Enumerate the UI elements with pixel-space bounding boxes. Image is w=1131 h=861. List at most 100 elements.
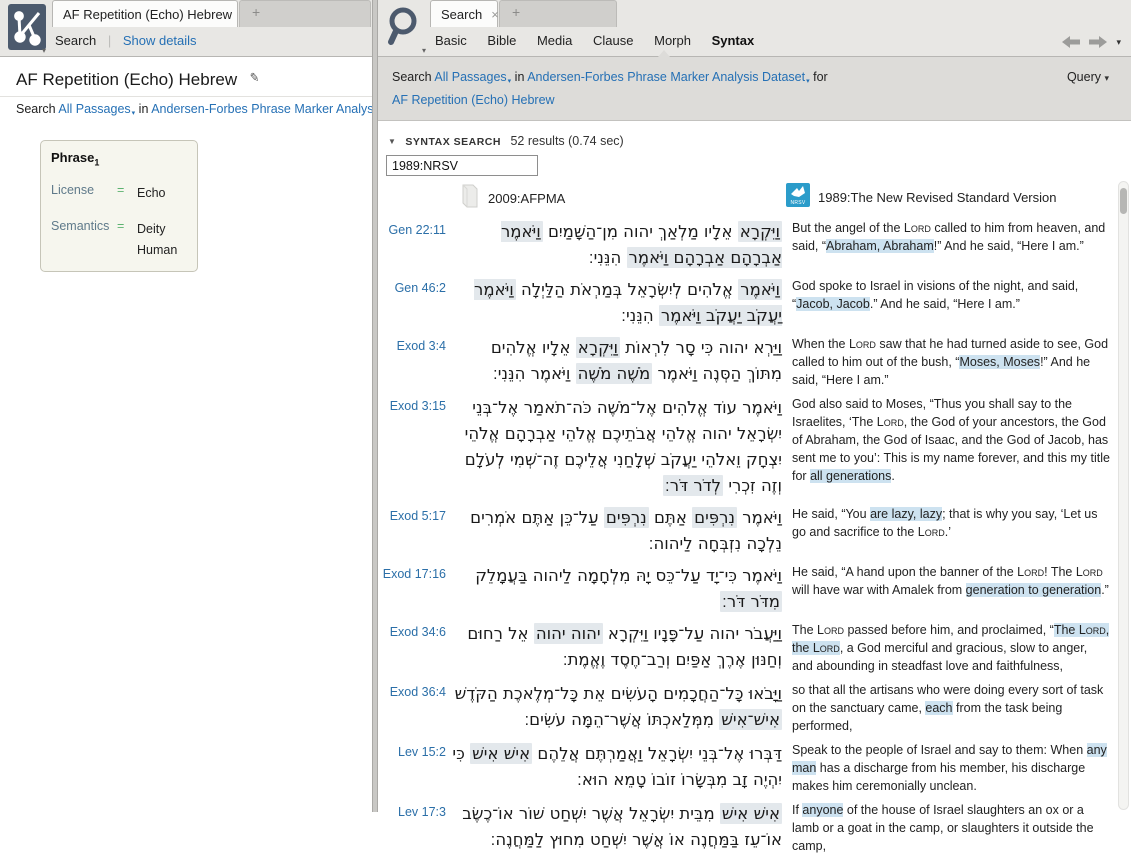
right-tab[interactable]: Search ×: [430, 0, 499, 27]
english-text: He said, “You are lazy, lazy; that is wh…: [792, 505, 1110, 557]
hebrew-match-highlight: יהוה יהוה: [533, 623, 603, 644]
back-arrow-icon[interactable]: [1062, 36, 1081, 48]
english-text-segment: !” And he said, “Here I am.”: [933, 239, 1084, 253]
new-tab-button[interactable]: +: [239, 0, 371, 27]
tab-syntax[interactable]: Syntax: [712, 33, 755, 48]
hebrew-match-highlight: נִרְפִּים: [603, 507, 649, 528]
tab-basic[interactable]: Basic: [435, 33, 467, 48]
english-text-segment: He said, “You: [792, 507, 871, 521]
chevron-down-icon: ▾: [806, 78, 810, 85]
forward-arrow-icon[interactable]: [1089, 36, 1108, 48]
hebrew-match-highlight: אִישׁ אִישׁ: [719, 803, 782, 824]
verse-reference-link[interactable]: Exod 3:4: [382, 335, 446, 389]
all-passages-link[interactable]: All Passages: [58, 102, 130, 116]
all-passages-link[interactable]: All Passages: [434, 70, 506, 84]
verse-reference-link[interactable]: Exod 3:15: [382, 395, 446, 499]
hebrew-text: וַיֹּאמֶר אֱלֹהִים לְיִשְׂרָאֵל בְּמַרְא…: [474, 279, 782, 326]
result-row: Exod 34:6 וַיַּעֲבֹר יהוה עַל־פָּנָיו וַי…: [382, 621, 1111, 675]
hebrew-text: אִישׁ אִישׁ מִבֵּית יִשְׂרָאֵל אֲשֶׁר יִ…: [462, 803, 782, 849]
license-value: Echo: [137, 185, 166, 200]
query-menu-button[interactable]: Query ▾: [1067, 70, 1109, 84]
hebrew-text: וַיִּקְרָא אֵלָיו מַלְאַךְ יהוה מִן־הַשָ…: [500, 221, 782, 268]
hebrew-match-highlight: לְדֹר דֹּר׃: [662, 475, 724, 496]
english-text: He said, “A hand upon the banner of the …: [792, 563, 1110, 615]
verse-reference-link[interactable]: Exod 17:16: [382, 563, 446, 615]
tab-clause[interactable]: Clause: [593, 33, 633, 48]
right-panel-chrome: ▾ Search × + Basic Bible Media Clause Mo…: [378, 0, 1131, 57]
english-text-segment: Lord: [917, 525, 945, 539]
nrsv-icon: NRSV: [786, 183, 810, 207]
results-scrollbar[interactable]: [1118, 181, 1129, 810]
english-text-segment: Lord: [1075, 565, 1103, 579]
english-match-highlight: all generations: [810, 469, 892, 483]
tab-bible[interactable]: Bible: [487, 33, 516, 48]
tab-morph[interactable]: Morph: [654, 33, 691, 48]
chevron-down-icon: ▾: [131, 110, 136, 117]
collapse-caret-icon[interactable]: ▼: [388, 137, 396, 146]
english-match-highlight: anyone: [802, 803, 844, 817]
equals-operator: =: [117, 218, 125, 233]
panel-menu-caret[interactable]: ▾: [1116, 37, 1121, 48]
verse-reference-link[interactable]: Exod 5:17: [382, 505, 446, 557]
results-list: Gen 22:11 וַיִּקְרָא אֵלָיו מַלְאַךְ יהוה…: [382, 219, 1111, 861]
syntax-search-app-icon[interactable]: [8, 4, 46, 50]
english-match-highlight: Lord: [812, 641, 840, 655]
chevron-down-icon: ▾: [1104, 73, 1109, 83]
panel-icon-caret[interactable]: ▾: [42, 46, 46, 55]
english-text-segment: Lord: [817, 623, 844, 637]
hebrew-match-highlight: מִדֹּר דֹּר׃: [720, 591, 782, 612]
phrase-query-block[interactable]: Phrase1 License = Echo Semantics = Deity…: [40, 140, 198, 272]
phrase-block-title: Phrase1: [51, 150, 100, 168]
english-text-segment: ! The: [1044, 565, 1076, 579]
equals-operator: =: [117, 182, 125, 197]
left-tab-label: AF Repetition (Echo) Hebrew: [63, 6, 233, 22]
verse-reference-link[interactable]: Gen 46:2: [382, 277, 446, 329]
semantics-label: Semantics: [51, 218, 110, 233]
hebrew-match-highlight: אִישׁ אִישׁ: [470, 743, 533, 764]
history-navigation: ▾: [1062, 36, 1121, 48]
hebrew-text: וַיֹּאמֶר כִּי־יָד עַל־כֵּס יָהּ מִלְחָמ…: [475, 566, 782, 612]
verse-reference-link[interactable]: Exod 36:4: [382, 681, 446, 735]
left-toolbar: Search | Show details: [55, 33, 197, 48]
show-details-link[interactable]: Show details: [123, 33, 197, 48]
hebrew-match-highlight: וַיִּקְרָא: [737, 221, 782, 242]
edit-pencil-icon[interactable]: ✎: [247, 71, 262, 82]
result-row: Exod 3:4 וַיַּרְא יהוה כִּי סָר לִרְאוֹת …: [382, 335, 1111, 389]
left-tab[interactable]: AF Repetition (Echo) Hebrew ×: [52, 0, 249, 27]
hebrew-text: דַּבְּרוּ אֶל־בְּנֵי יִשְׂרָאֵל וַאֲמַרְ…: [452, 743, 782, 789]
book-icon: [462, 184, 478, 208]
dataset-link[interactable]: Andersen-Forbes Phrase Marker Analysis D: [151, 102, 372, 116]
english-match-highlight: generation to generation: [965, 583, 1102, 597]
close-icon[interactable]: ×: [491, 7, 499, 22]
query-title: AF Repetition (Echo) Hebrew ✎: [16, 70, 262, 90]
query-name-line: AF Repetition (Echo) Hebrew: [392, 93, 555, 107]
verse-reference-link[interactable]: Gen 22:11: [382, 219, 446, 271]
result-row: Exod 36:4 וַיָּבֹאוּ כָּל־הַחֲכָמִים הָעֹ…: [382, 681, 1111, 735]
query-name-link[interactable]: AF Repetition (Echo) Hebrew: [392, 93, 555, 107]
tab-media[interactable]: Media: [537, 33, 572, 48]
result-row: Gen 46:2 וַיֹּאמֶר אֱלֹהִים לְיִשְׂרָאֵל …: [382, 277, 1111, 329]
in-word: in: [514, 70, 525, 84]
english-text: When the Lord saw that he had turned asi…: [792, 335, 1110, 389]
english-text: Speak to the people of Israel and say to…: [792, 741, 1110, 795]
english-text-segment: But the angel of the: [792, 221, 904, 235]
new-tab-button[interactable]: +: [499, 0, 617, 27]
english-match-highlight: Lord: [1078, 623, 1106, 637]
hebrew-text: וַיַּעֲבֹר יהוה עַל־פָּנָיו וַיִּקְרָא י…: [467, 623, 782, 669]
right-search-scope-line: Search All Passages▾ in Andersen-Forbes …: [392, 70, 828, 85]
verse-reference-link[interactable]: Exod 34:6: [382, 621, 446, 675]
version-filter-input[interactable]: [386, 155, 538, 176]
section-title: Syntax Search: [405, 136, 501, 148]
panel-icon-caret[interactable]: ▾: [422, 46, 426, 55]
english-text-segment: passed before him, and proclaimed, “: [843, 623, 1054, 637]
verse-reference-link[interactable]: Lev 15:2: [382, 741, 446, 795]
english-text: But the angel of the Lord called to him …: [792, 219, 1110, 271]
english-text: If anyone of the house of Israel slaught…: [792, 801, 1110, 855]
dataset-link[interactable]: Andersen-Forbes Phrase Marker Analysis D…: [527, 70, 805, 84]
magnifier-icon: [388, 7, 417, 45]
search-app-icon[interactable]: [384, 4, 426, 50]
english-text-segment: .: [891, 469, 895, 483]
scrollbar-thumb[interactable]: [1120, 188, 1127, 214]
syntax-search-section-header[interactable]: ▼ Syntax Search 52 results (0.74 sec): [388, 134, 624, 148]
verse-reference-link[interactable]: Lev 17:3: [382, 801, 446, 855]
